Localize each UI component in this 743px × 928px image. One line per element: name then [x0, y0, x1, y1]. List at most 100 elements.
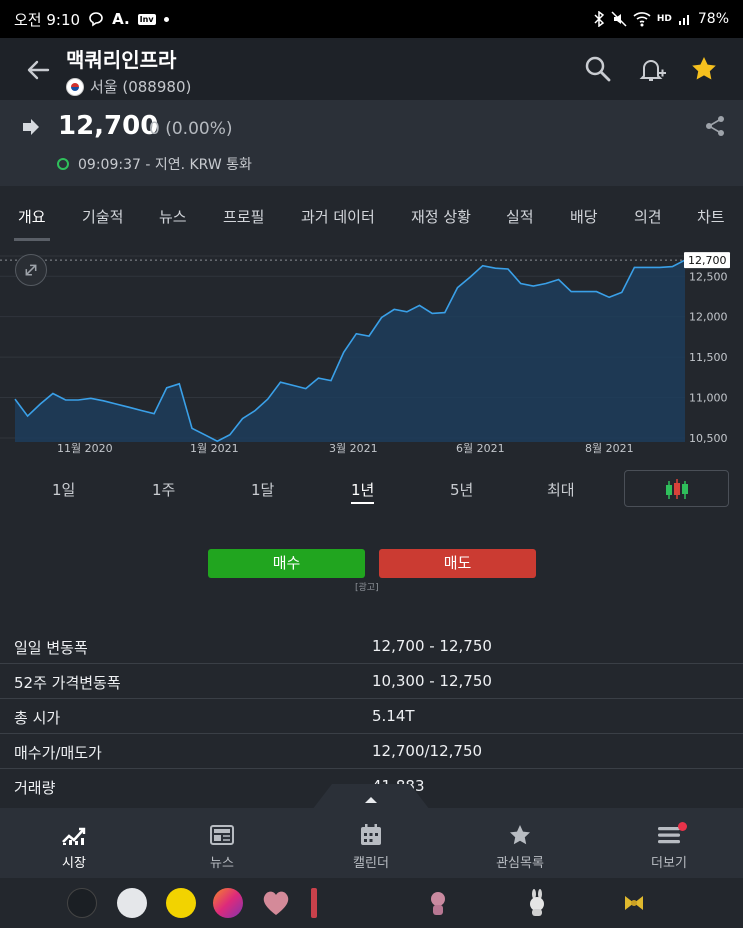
bow-icon[interactable]	[619, 888, 649, 918]
price-area-fill	[15, 260, 685, 442]
price-change: 0 (0.00%)	[149, 119, 233, 139]
stat-row: 매수가/매도가 12,700/12,750	[0, 734, 743, 769]
tab-chart[interactable]: 차트	[697, 206, 725, 227]
search-icon[interactable]	[583, 54, 613, 84]
more-notification-dot	[678, 822, 687, 831]
tab-profile[interactable]: 프로필	[223, 206, 264, 227]
stat-label: 일일 변동폭	[14, 639, 88, 657]
tab-financials[interactable]: 재정 상황	[411, 206, 471, 227]
range-max[interactable]: 최대	[547, 479, 575, 500]
current-price-label: 12,700	[688, 254, 727, 267]
stat-row: 총 시가 5.14T	[0, 699, 743, 734]
app-icon-partial[interactable]	[311, 888, 317, 918]
expand-panel-handle[interactable]	[312, 784, 430, 810]
mute-icon	[611, 11, 627, 27]
stat-label: 총 시가	[14, 709, 61, 727]
nav-news[interactable]: 뉴스	[172, 824, 272, 871]
rabbit-icon[interactable]	[522, 888, 552, 918]
candlestick-toggle-button[interactable]	[624, 470, 729, 507]
stat-value: 5.14T	[372, 707, 415, 725]
range-1y[interactable]: 1년	[351, 479, 375, 504]
heart-app-icon[interactable]	[261, 888, 291, 918]
page-title: 맥쿼리인프라	[66, 48, 177, 72]
status-bar: 오전 9:10 A. Inv HD 78%	[0, 0, 743, 38]
investing-app-icon[interactable]	[67, 888, 97, 918]
tab-earnings[interactable]: 실적	[506, 206, 534, 227]
tab-historical-data[interactable]: 과거 데이터	[301, 206, 375, 227]
kakaotalk-icon[interactable]	[166, 888, 196, 918]
last-price: 12,700	[58, 111, 159, 141]
watchlist-star-icon[interactable]	[689, 54, 719, 84]
y-tick-label: 11,500	[689, 351, 728, 364]
x-tick-label: 6월 2021	[456, 442, 505, 455]
x-tick-label: 1월 2021	[190, 442, 239, 455]
nav-market[interactable]: 시장	[24, 824, 124, 871]
add-alert-icon[interactable]	[637, 54, 667, 84]
tab-opinions[interactable]: 의견	[634, 206, 662, 227]
section-tabs: 개요 기술적 뉴스 프로필 과거 데이터 재정 상황 실적 배당 의견 차트	[0, 186, 743, 242]
stat-value: 12,700 - 12,750	[372, 637, 492, 655]
ad-label: [광고]	[355, 583, 379, 593]
nav-more[interactable]: 더보기	[619, 824, 719, 871]
price-chart[interactable]: 12,500 12,000 11,500 11,000 10,500 12,700 11월 …	[0, 242, 743, 457]
tab-technical[interactable]: 기술적	[82, 206, 123, 227]
bottom-navigation: 시장 뉴스 캘린더 관심목록 더보기	[0, 808, 743, 878]
nav-watchlist[interactable]: 관심목록	[470, 824, 570, 871]
system-dock	[0, 878, 743, 928]
stat-row: 일일 변동폭 12,700 - 12,750	[0, 629, 743, 664]
price-chart-svg: 12,500 12,000 11,500 11,000 10,500 12,700 11월 …	[0, 252, 730, 455]
status-time: 오전 9:10	[14, 10, 81, 29]
exchange-label: 서울 (088980)	[90, 78, 192, 96]
stat-value: 10,300 - 12,750	[372, 672, 492, 690]
range-1w[interactable]: 1주	[152, 479, 175, 500]
quote-timestamp: 09:09:37 - 지연. KRW 통화	[78, 157, 252, 173]
wifi-icon	[633, 12, 651, 27]
expand-chart-icon[interactable]	[15, 254, 47, 286]
news-icon	[210, 825, 234, 845]
sell-button[interactable]: 매도	[379, 549, 536, 578]
back-arrow-icon[interactable]	[22, 54, 54, 86]
range-5y[interactable]: 5년	[450, 479, 473, 500]
unchanged-arrow-icon	[23, 119, 39, 135]
app-bar: 맥쿼리인프라 서울 (088980)	[0, 38, 743, 100]
x-tick-label: 3월 2021	[329, 442, 378, 455]
nav-label: 캘린더	[353, 856, 389, 871]
tab-dividends[interactable]: 배당	[570, 206, 598, 227]
character-icon[interactable]	[423, 888, 453, 918]
stat-label: 거래량	[14, 779, 56, 797]
tab-overview[interactable]: 개요	[18, 206, 46, 227]
battery-level: 78%	[697, 11, 729, 27]
nav-label: 관심목록	[496, 856, 544, 871]
hd-voice-label: HD	[656, 14, 672, 24]
calendar-icon	[361, 824, 381, 845]
tab-news[interactable]: 뉴스	[159, 206, 187, 227]
chat-icon	[89, 12, 103, 27]
bluetooth-icon	[594, 11, 605, 27]
range-1m[interactable]: 1달	[251, 479, 274, 500]
chevron-up-icon	[365, 797, 377, 803]
active-tab-indicator	[14, 238, 50, 241]
nav-calendar[interactable]: 캘린더	[321, 824, 421, 871]
y-tick-label: 12,500	[689, 270, 728, 283]
blog-app-icon[interactable]	[117, 888, 147, 918]
notification-dot-icon	[163, 16, 169, 22]
investing-app-icon: Inv	[137, 13, 156, 25]
y-tick-label: 10,500	[689, 432, 728, 445]
star-icon	[510, 825, 530, 845]
stat-value: 12,700/12,750	[372, 742, 483, 760]
instagram-icon[interactable]	[213, 888, 243, 918]
quote-panel: 12,700 0 (0.00%) 09:09:37 - 지연. KRW 통화	[0, 100, 743, 186]
y-tick-label: 12,000	[689, 311, 728, 324]
share-icon[interactable]	[704, 115, 726, 137]
y-tick-label: 11,000	[689, 392, 728, 405]
nav-label: 뉴스	[210, 856, 234, 871]
market-icon	[62, 827, 86, 845]
x-tick-label: 11월 2020	[57, 442, 113, 455]
range-1d[interactable]: 1일	[52, 479, 75, 500]
nav-label: 더보기	[651, 856, 687, 871]
status-app-a-label: A.	[112, 10, 130, 28]
nav-label: 시장	[62, 856, 86, 871]
buy-button[interactable]: 매수	[208, 549, 365, 578]
signal-icon	[678, 15, 689, 25]
stat-label: 매수가/매도가	[14, 744, 102, 762]
